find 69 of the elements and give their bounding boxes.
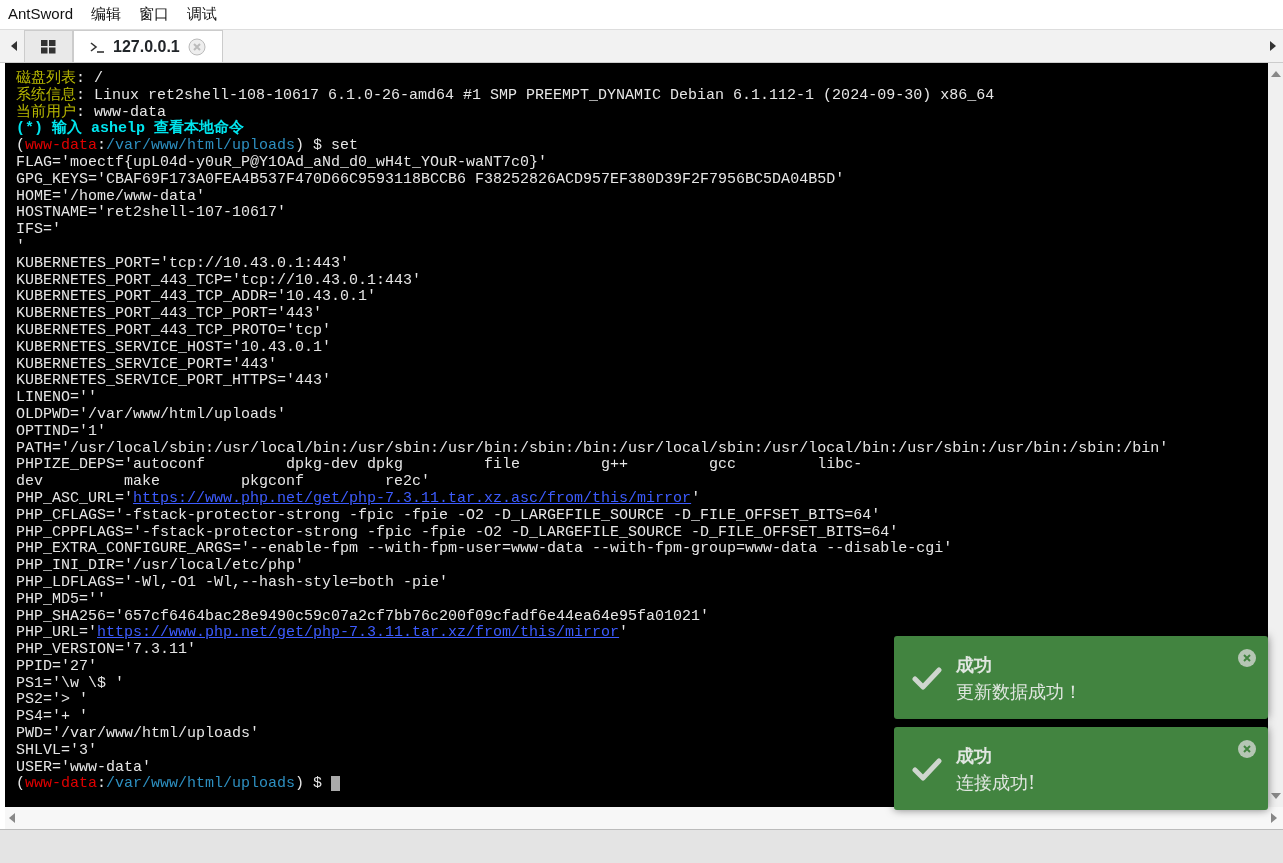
scroll-down-icon[interactable] xyxy=(1270,793,1281,799)
terminal-line: KUBERNETES_SERVICE_HOST='10.43.0.1' xyxy=(16,339,332,357)
terminal-line: USER='www-data' xyxy=(16,759,152,776)
terminal-line: PHP_MD5='' xyxy=(16,591,106,609)
tab[interactable]: 127.0.0.1 xyxy=(73,30,223,62)
terminal-line: ' xyxy=(16,238,25,256)
terminal-line: PS4='+ ' xyxy=(16,709,88,726)
terminal-line: IFS=' xyxy=(16,222,61,239)
terminal-line: OLDPWD='/var/www/html/uploads' xyxy=(16,406,287,424)
close-icon[interactable] xyxy=(1238,649,1256,667)
toast-title: 成功 xyxy=(956,743,993,768)
terminal-line: PHPIZE_DEPS='autoconf dpkg-dev dpkg file g++ gcc libc- xyxy=(16,457,863,474)
terminal-line: KUBERNETES_PORT_443_TCP_ADDR='10.43.0.1' xyxy=(16,289,377,306)
terminal-line: FLAG='moectf{upL04d-y0uR_P@Y1OAd_aNd_d0_wH4t_YOuR-waNT7c0}' xyxy=(16,155,548,172)
close-icon[interactable] xyxy=(187,37,206,56)
terminal-line: PHP_SHA256='657cf6464bac28e9490c59c07a2cf7bb76c200f09cfadf6e44ea64e95fa01021' xyxy=(16,608,710,625)
horizontal-scrollbar[interactable] xyxy=(5,807,1283,829)
terminal-line: 磁盘列表: / xyxy=(16,71,103,87)
terminal-line: 系统信息: Linux ret2shell-108-10617 6.1.0-26-amd64 #1 SMP PREEMPT_DYNAMIC Debian 6.1.112-1 (2024-09-30) x86_64 xyxy=(16,87,995,104)
menu-item[interactable]: 调试 xyxy=(187,3,218,26)
prompt-line: (www-data:/var/www/html/uploads) $ set xyxy=(16,138,359,155)
close-icon[interactable] xyxy=(1238,740,1256,758)
terminal-text: PHP_ASC_URL=' xyxy=(16,489,134,507)
grid-icon xyxy=(41,39,56,54)
terminal-line: PHP_LDFLAGS='-Wl,-O1 -Wl,--hash-style=both -pie' xyxy=(16,574,449,592)
menu-item[interactable]: AntSword xyxy=(8,3,74,26)
caret-left-icon xyxy=(11,41,17,51)
terminal-line: PHP_EXTRA_CONFIGURE_ARGS='--enable-fpm --with-fpm-user=www-data --with-fpm-group=www-data --disable-cgi' xyxy=(16,541,953,558)
tab[interactable] xyxy=(24,30,73,62)
scroll-left-icon[interactable] xyxy=(9,813,15,823)
terminal-line: KUBERNETES_SERVICE_PORT='443' xyxy=(16,356,278,373)
terminal-line: SHLVL='3' xyxy=(16,742,97,760)
terminal-line: OPTIND='1' xyxy=(16,423,106,441)
terminal-line: PHP_CPPFLAGS='-fstack-protector-strong -fpic -fpie -O2 -D_LARGEFILE_SOURCE -D_FILE_OFFSET_BITS=64' xyxy=(16,524,899,541)
terminal-line: KUBERNETES_PORT_443_TCP='tcp://10.43.0.1:443' xyxy=(16,272,422,289)
terminal-line: KUBERNETES_PORT_443_TCP_PORT='443' xyxy=(16,306,323,323)
terminal-line: HOME='/home/www-data' xyxy=(16,188,206,205)
terminal-line: LINENO='' xyxy=(16,390,97,407)
terminal-line: PHP_INI_DIR='/usr/local/etc/php' xyxy=(16,558,305,575)
terminal-line: PHP_VERSION='7.3.11' xyxy=(16,642,197,659)
vertical-scrollbar[interactable] xyxy=(1268,63,1283,807)
scroll-right-icon[interactable] xyxy=(1271,813,1277,823)
terminal-icon xyxy=(90,39,105,54)
menu-item[interactable]: 窗口 xyxy=(139,3,170,26)
terminal-line: PHP_CFLAGS='-fstack-protector-strong -fpic -fpie -O2 -D_LARGEFILE_SOURCE -D_FILE_OFFSET_BITS=64' xyxy=(16,507,881,525)
terminal-line: PPID='27' xyxy=(16,658,97,676)
url-link[interactable]: https://www.php.net/get/php-7.3.11.tar.xz.asc/from/this/mirror xyxy=(133,489,692,507)
menu-item[interactable]: 编辑 xyxy=(91,3,122,26)
toast-message: 连接成功! xyxy=(956,770,1036,795)
url-link[interactable]: https://www.php.net/get/php-7.3.11.tar.xz/from/this/mirror xyxy=(97,624,620,642)
prompt-line: (www-data:/var/www/html/uploads) $ xyxy=(16,776,324,794)
terminal-line: (*) 输入 ashelp 查看本地命令 xyxy=(16,121,245,138)
terminal-line: PS1='\w \$ ' xyxy=(16,675,125,692)
terminal-text: ' xyxy=(619,624,629,642)
terminal-line: PS2='> ' xyxy=(16,692,88,709)
terminal-line: dev make pkgconf re2c' xyxy=(16,474,431,491)
terminal-text: ' xyxy=(691,489,701,507)
terminal-line: KUBERNETES_PORT_443_TCP_PROTO='tcp' xyxy=(16,322,332,340)
scroll-up-icon[interactable] xyxy=(1270,71,1281,77)
terminal-text: PHP_URL=' xyxy=(16,624,97,642)
terminal-line: GPG_KEYS='CBAF69F173A0FEA4B537F470D66C9593118BCCB6 F38252826ACD957EF380D39F2F7956BC5DA04B5D' xyxy=(16,171,845,189)
toast-message: 更新数据成功！ xyxy=(956,679,1082,704)
caret-right-icon xyxy=(1270,41,1276,51)
terminal-line: PWD='/var/www/html/uploads' xyxy=(16,726,260,743)
terminal-line: HOSTNAME='ret2shell-107-10617' xyxy=(16,205,287,222)
terminal-line: PATH='/usr/local/sbin:/usr/local/bin:/usr/sbin:/usr/bin:/sbin:/bin:/usr/local/sbin:/usr/local/bin:/usr/sbin:/usr/bin:/sbin:/bin' xyxy=(16,440,1169,457)
terminal-line: KUBERNETES_SERVICE_PORT_HTTPS='443' xyxy=(16,373,332,390)
terminal-line: KUBERNETES_PORT='tcp://10.43.0.1:443' xyxy=(16,255,350,273)
toast-title: 成功 xyxy=(956,652,993,677)
